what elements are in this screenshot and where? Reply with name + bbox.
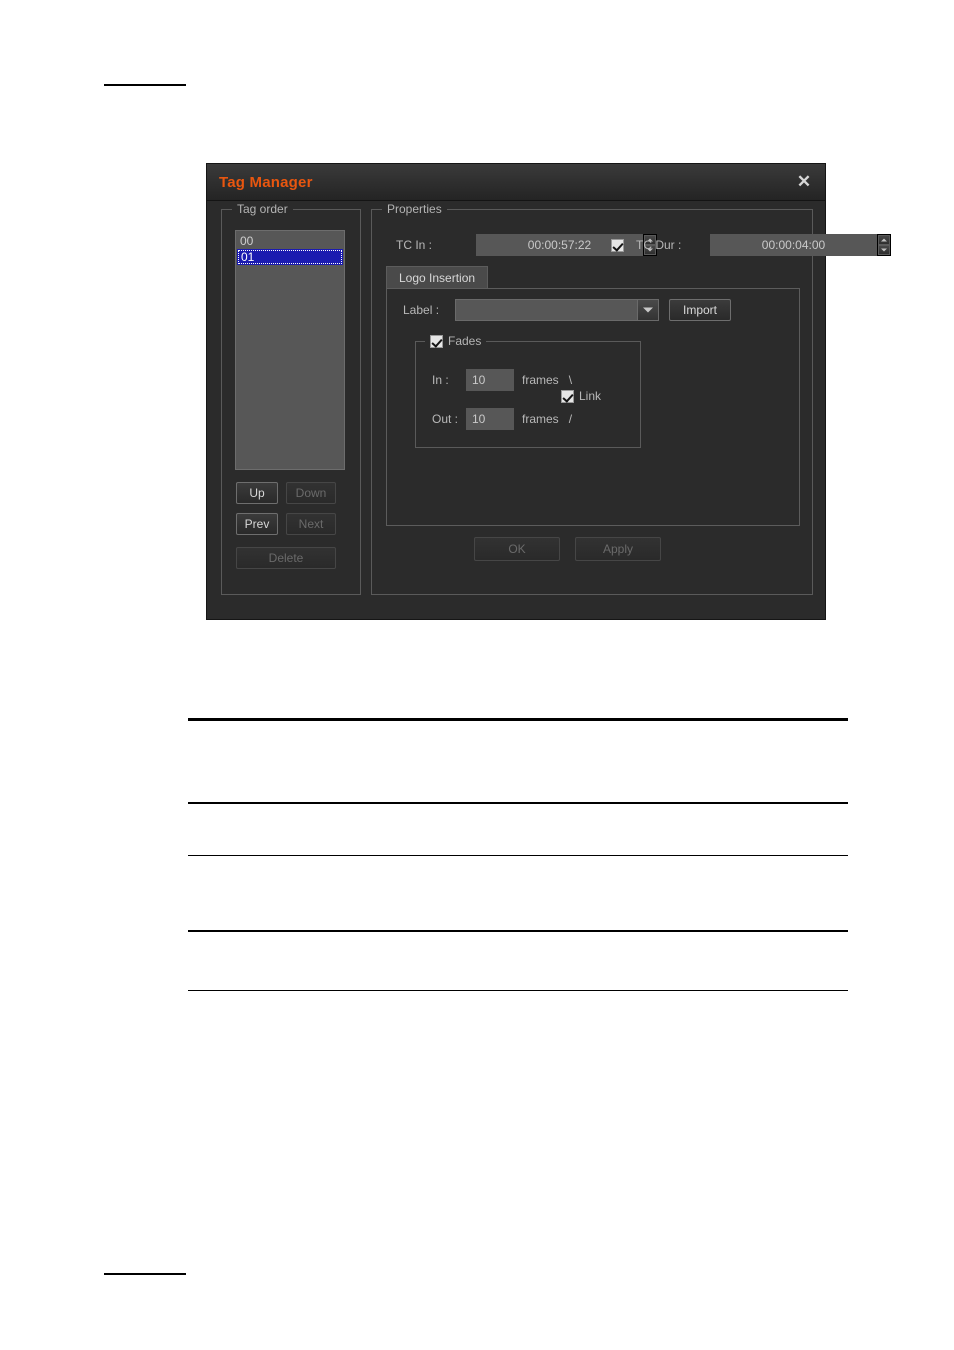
close-icon[interactable]: ✕ <box>791 170 817 194</box>
tc-in-label: TC In : <box>396 238 433 252</box>
next-button[interactable]: Next <box>286 513 336 535</box>
tc-dur-input[interactable] <box>710 234 877 256</box>
fade-out-row: Out : frames / <box>432 408 572 430</box>
ok-button[interactable]: OK <box>474 537 560 561</box>
fade-out-label: Out : <box>432 412 459 426</box>
fade-in-unit: frames <box>522 373 559 387</box>
page-header-rule <box>104 84 186 86</box>
logo-insertion-panel: Label : Import Fades In : frames <box>386 288 800 526</box>
list-item[interactable]: 00 <box>236 233 344 249</box>
table-rule <box>188 989 848 991</box>
spinner-down-icon[interactable] <box>878 245 890 255</box>
fade-in-row: In : frames \ <box>432 369 572 391</box>
properties-group: Properties TC In : TC Dur : <box>371 202 891 595</box>
tc-dur-checkbox[interactable] <box>611 239 624 252</box>
label-combobox-value <box>456 300 637 320</box>
fade-out-input[interactable] <box>466 408 514 430</box>
dialog-body: Tag order 00 01 Up Down Prev Next Delete… <box>207 200 891 619</box>
fade-out-unit: frames <box>522 412 559 426</box>
link-checkbox[interactable] <box>561 389 574 403</box>
tag-order-group: Tag order 00 01 Up Down Prev Next Delete <box>221 202 361 595</box>
table-row <box>188 721 848 802</box>
fade-out-mark: / <box>568 412 573 426</box>
tag-manager-dialog: Tag Manager ✕ Tag order 00 01 Up Down Pr… <box>206 163 891 620</box>
tag-order-group-title: Tag order <box>232 202 293 216</box>
move-up-button[interactable]: Up <box>236 482 278 504</box>
table-row <box>188 804 848 855</box>
fades-group: Fades In : frames \ Link Out : <box>415 334 641 448</box>
apply-button[interactable]: Apply <box>575 537 661 561</box>
link-control: Link <box>561 389 601 403</box>
prev-button[interactable]: Prev <box>236 513 278 535</box>
dialog-title: Tag Manager <box>219 173 313 191</box>
page-footer-rule <box>104 1273 186 1275</box>
document-table <box>188 718 848 991</box>
fades-checkbox[interactable] <box>430 334 443 348</box>
table-row <box>188 932 848 990</box>
tab-logo-insertion[interactable]: Logo Insertion <box>386 266 489 288</box>
timecode-row: TC In : TC Dur : <box>372 232 891 258</box>
fade-in-label: In : <box>432 373 449 387</box>
move-down-button[interactable]: Down <box>286 482 336 504</box>
label-field-label: Label : <box>403 303 440 317</box>
fades-group-title: Fades <box>425 334 487 348</box>
tc-dur-spinner[interactable] <box>877 234 891 256</box>
dialog-titlebar: Tag Manager ✕ <box>207 164 825 201</box>
chevron-down-icon[interactable] <box>637 300 658 320</box>
link-label: Link <box>579 389 602 403</box>
fade-in-mark: \ <box>568 373 573 387</box>
import-button[interactable]: Import <box>669 299 731 321</box>
delete-button[interactable]: Delete <box>236 547 336 569</box>
fade-in-input[interactable] <box>466 369 514 391</box>
fades-label: Fades <box>448 334 482 348</box>
tc-dur-label: TC Dur : <box>636 238 682 252</box>
properties-group-title: Properties <box>382 202 447 216</box>
label-combobox[interactable] <box>455 299 659 321</box>
tc-in-field[interactable] <box>476 234 657 256</box>
table-row <box>188 856 848 930</box>
tag-order-listbox[interactable]: 00 01 <box>235 230 345 470</box>
spinner-up-icon[interactable] <box>878 235 890 245</box>
tc-dur-field[interactable] <box>710 234 891 256</box>
list-item[interactable]: 01 <box>237 249 343 265</box>
